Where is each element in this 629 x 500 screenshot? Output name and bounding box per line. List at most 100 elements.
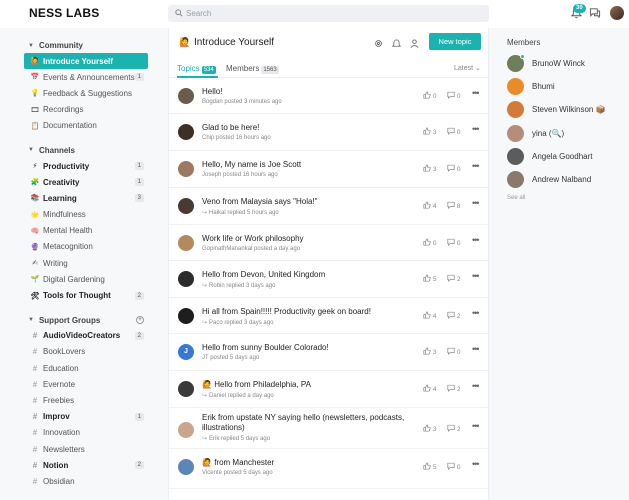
author-avatar[interactable] <box>178 235 194 251</box>
sidebar-item-innovation[interactable]: # Innovation <box>24 425 148 441</box>
sidebar-item-mindfulness[interactable]: 🌟 Mindfulness <box>24 207 148 223</box>
sidebar-item-notion[interactable]: # Notion 2 <box>24 457 148 473</box>
sidebar-item-tools-for-thought[interactable]: 🛠 Tools for Thought 2 <box>24 287 148 303</box>
member-avatar[interactable] <box>507 124 524 142</box>
topic-title[interactable]: 🙋 Hello from Philadelphia, PA <box>202 380 412 390</box>
like-button[interactable]: 5 <box>423 462 436 471</box>
member-item[interactable]: Steven Wilkinson 📦 <box>507 98 627 121</box>
user-avatar[interactable] <box>610 6 624 20</box>
like-button[interactable]: 3 <box>423 424 436 433</box>
more-options-icon[interactable]: ••• <box>472 198 480 208</box>
sidebar-item-writing[interactable]: ✍ Writing <box>24 255 148 271</box>
sidebar-item-mental-health[interactable]: 🧠 Mental Health <box>24 223 148 239</box>
like-button[interactable]: 3 <box>423 164 436 173</box>
sort-dropdown[interactable]: Latest ⌄ <box>454 64 481 72</box>
sidebar-item-improv[interactable]: # Improv 1 <box>24 409 148 425</box>
member-avatar[interactable] <box>507 54 525 73</box>
comment-count[interactable]: 2 <box>447 424 460 433</box>
comment-count[interactable]: 0 <box>447 164 460 173</box>
more-options-icon[interactable]: ••• <box>472 271 480 281</box>
topic-title[interactable]: Erik from upstate NY saying hello (newsl… <box>202 413 412 433</box>
comment-count[interactable]: 0 <box>447 127 460 136</box>
member-item[interactable]: BrunoW Winck <box>507 52 627 75</box>
sidebar-item-metacognition[interactable]: 🔮 Metacognition <box>24 239 148 255</box>
section-header-support-groups[interactable]: ▼ Support Groups + <box>24 313 148 328</box>
like-button[interactable]: 0 <box>423 238 436 247</box>
comment-count[interactable]: 2 <box>447 274 460 283</box>
comment-count[interactable]: 0 <box>447 347 460 356</box>
sidebar-item-booklovers[interactable]: # BookLovers <box>24 344 148 360</box>
topic-title[interactable]: Work life or Work philosophy <box>202 234 412 244</box>
tab-topics[interactable]: Topics 534 <box>177 64 216 74</box>
author-avatar[interactable] <box>178 422 194 438</box>
topic-row[interactable]: Veno from Malaysia says "Hola!" ↪ Haikal r… <box>169 188 490 225</box>
more-options-icon[interactable]: ••• <box>472 344 480 354</box>
topic-row[interactable]: Hi all from Spain!!!!! Productivity geek… <box>169 298 490 334</box>
more-options-icon[interactable]: ••• <box>472 459 480 469</box>
brand-logo[interactable]: NESS LABS <box>29 6 99 20</box>
more-options-icon[interactable]: ••• <box>472 381 480 391</box>
topic-title[interactable]: Hello, My name is Joe Scott <box>202 160 412 170</box>
author-avatar[interactable] <box>178 459 194 475</box>
topic-row[interactable]: Hello from Devon, United Kingdom ↪ Robin r… <box>169 261 490 298</box>
comment-count[interactable]: 2 <box>447 384 460 393</box>
section-header-community[interactable]: ▼ Community <box>24 38 148 53</box>
topic-title[interactable]: Hello from Devon, United Kingdom <box>202 270 412 280</box>
sidebar-item-productivity[interactable]: ⚡ Productivity 1 <box>24 158 148 174</box>
comment-count[interactable]: 0 <box>447 462 460 471</box>
topic-title[interactable]: Veno from Malaysia says "Hola!" <box>202 197 412 207</box>
sidebar-item-recordings[interactable]: 🎞 Recordings <box>24 102 148 118</box>
sidebar-item-creativity[interactable]: 🧩 Creativity 1 <box>24 174 148 190</box>
sidebar-item-learning[interactable]: 📚 Learning 3 <box>24 190 148 206</box>
author-avatar[interactable] <box>178 198 194 214</box>
topic-row[interactable]: Erik from upstate NY saying hello (newsl… <box>169 408 490 449</box>
like-button[interactable]: 5 <box>423 274 436 283</box>
sidebar-item-newsletters[interactable]: # Newsletters <box>24 441 148 457</box>
member-avatar[interactable] <box>507 147 524 165</box>
member-item[interactable]: Bhumi <box>507 75 627 98</box>
topic-title[interactable]: Hello! <box>202 87 412 97</box>
section-header-channels[interactable]: ▼ Channels <box>24 143 148 158</box>
user-icon[interactable] <box>410 39 419 48</box>
more-options-icon[interactable]: ••• <box>472 161 480 171</box>
topic-row[interactable]: Work life or Work philosophy GopinathMana… <box>169 225 490 261</box>
topic-row[interactable]: Hello, My name is Joe Scott Joseph posted… <box>169 151 490 188</box>
like-button[interactable]: 0 <box>423 91 436 100</box>
bell-icon[interactable] <box>392 39 401 49</box>
more-options-icon[interactable]: ••• <box>472 308 480 318</box>
sidebar-item-freebies[interactable]: # Freebies <box>24 392 148 408</box>
author-avatar[interactable] <box>178 308 194 324</box>
author-avatar[interactable] <box>178 88 194 104</box>
more-options-icon[interactable]: ••• <box>472 124 480 134</box>
like-button[interactable]: 3 <box>423 127 436 136</box>
author-avatar[interactable]: J <box>178 344 194 360</box>
topic-title[interactable]: 🙋 from Manchester <box>202 458 412 468</box>
see-all-link[interactable]: See all <box>507 195 627 201</box>
sidebar-item-events[interactable]: 📅 Events & Announcements 1 <box>24 69 148 85</box>
member-avatar[interactable] <box>507 78 524 96</box>
sidebar-item-evernote[interactable]: # Evernote <box>24 376 148 392</box>
member-avatar[interactable] <box>507 171 524 189</box>
sidebar-item-introduce-yourself[interactable]: 🙋 Introduce Yourself <box>24 53 148 70</box>
topic-title[interactable]: Glad to be here! <box>202 123 412 133</box>
comment-count[interactable]: 8 <box>447 201 460 210</box>
author-avatar[interactable] <box>178 124 194 140</box>
more-options-icon[interactable]: ••• <box>472 421 480 431</box>
topic-row[interactable]: 🙋 Hello from Philadelphia, PA ↪ Daniel rep… <box>169 371 490 408</box>
topic-row[interactable]: Hello! Bogdan posted 3 minutes ago 0 0 ••• <box>169 78 490 114</box>
author-avatar[interactable] <box>178 161 194 177</box>
comment-count[interactable]: 2 <box>447 311 460 320</box>
member-item[interactable]: Andrew Nalband <box>507 168 627 191</box>
topic-title[interactable]: Hi all from Spain!!!!! Productivity geek… <box>202 307 412 317</box>
author-avatar[interactable] <box>178 271 194 287</box>
sidebar-item-documentation[interactable]: 📋 Documentation <box>24 118 148 134</box>
comment-count[interactable]: 0 <box>447 238 460 247</box>
sidebar-item-digital-gardening[interactable]: 🌱 Digital Gardening <box>24 271 148 287</box>
new-topic-button[interactable]: New topic <box>429 33 481 50</box>
topic-row[interactable]: J Hello from sunny Boulder Colorado! JT po… <box>169 334 490 371</box>
topic-row[interactable]: Glad to be here! Chip posted 16 hours ago… <box>169 114 490 151</box>
sidebar-item-feedback[interactable]: 💡 Feedback & Suggestions <box>24 85 148 101</box>
like-button[interactable]: 4 <box>423 311 436 320</box>
add-group-icon[interactable]: + <box>136 316 144 325</box>
gear-icon[interactable] <box>374 39 383 48</box>
